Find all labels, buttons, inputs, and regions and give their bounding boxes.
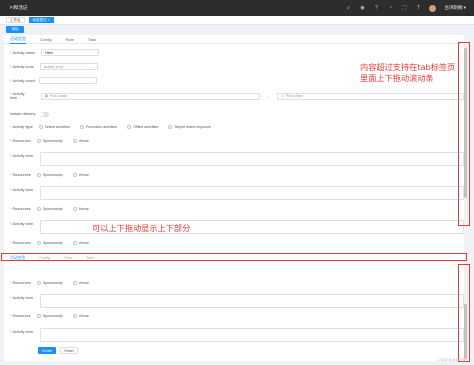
activity-form-label: *Activity form xyxy=(10,330,34,334)
tab-role[interactable]: Role xyxy=(66,35,74,44)
activity-form-textarea[interactable] xyxy=(40,186,464,200)
activity-count-label: *Activity count xyxy=(10,78,35,83)
fullscreen-icon[interactable]: ⛶ xyxy=(401,5,407,11)
time-separator: - xyxy=(267,94,269,98)
activity-name-label: *Activity name xyxy=(10,50,36,55)
github-icon[interactable]: ◉ xyxy=(359,5,365,11)
radio-venue[interactable]: Venue xyxy=(72,173,89,177)
tab-config[interactable]: Config xyxy=(40,35,52,44)
radio-venue[interactable]: Venue xyxy=(72,241,89,245)
activity-type-label: *Activity type xyxy=(10,125,33,129)
resources-label: *Resources xyxy=(10,281,31,285)
tag-dynamic-form[interactable]: 动态表记 × xyxy=(28,17,54,23)
activity-form-textarea[interactable] xyxy=(40,328,464,342)
chevron-down-icon: ⌄ xyxy=(91,78,94,83)
clock-icon: ◷ xyxy=(280,94,284,98)
tab-activity-info[interactable]: 活动信息 xyxy=(10,35,26,44)
search-icon[interactable]: ⌕ xyxy=(345,5,351,11)
bell-icon[interactable]: ◔ xyxy=(387,5,393,11)
radio-venue[interactable]: Venue xyxy=(72,139,89,143)
tab-task[interactable]: Task xyxy=(88,35,96,44)
radio-brand-exposure[interactable]: Simple brand exposure xyxy=(168,125,211,129)
radio-offline[interactable]: Offline activities xyxy=(127,125,158,129)
date-picker[interactable]: ▦ Pick a date xyxy=(40,92,260,100)
activity-form-label: *Activity form xyxy=(10,222,34,226)
activity-form-label: *Activity form xyxy=(10,296,34,300)
resources-label: *Resources xyxy=(10,241,31,245)
resources-label: *Resources xyxy=(10,207,31,211)
radio-venue[interactable]: Venue xyxy=(72,314,89,318)
activity-form-textarea[interactable] xyxy=(40,294,464,308)
instant-delivery-label: Instant delivery xyxy=(10,112,36,117)
radio-venue[interactable]: Venue xyxy=(72,281,89,285)
question-icon[interactable]: ? xyxy=(373,5,379,11)
radio-online[interactable]: Online activities xyxy=(38,125,70,129)
add-button[interactable]: 添加 xyxy=(6,26,24,33)
radio-sponsorship[interactable]: Sponsorship xyxy=(36,139,63,143)
instant-delivery-switch[interactable] xyxy=(39,112,49,117)
tag-workbench[interactable]: 工作台 xyxy=(6,17,25,23)
activity-time-label: *Activity time xyxy=(10,92,25,100)
activity-count-select[interactable]: ⌄ xyxy=(38,77,97,84)
radio-sponsorship[interactable]: Sponsorship xyxy=(36,314,63,318)
radio-sponsorship[interactable]: Sponsorship xyxy=(36,241,63,245)
activity-form-label: *Activity form xyxy=(10,154,34,158)
reset-button[interactable]: Reset xyxy=(60,347,78,354)
resources-label: *Resources xyxy=(10,314,31,318)
form-tabs: 活动信息 Config Role Task xyxy=(4,35,464,44)
avatar[interactable] xyxy=(429,4,437,12)
create-button[interactable]: Create xyxy=(38,347,56,354)
tags-view: 工作台 动态表记 × xyxy=(0,16,474,25)
font-size-icon[interactable]: T xyxy=(415,5,421,11)
radio-sponsorship[interactable]: Sponsorship xyxy=(36,207,63,211)
chevron-down-icon: ⌄ xyxy=(92,64,95,69)
activity-name-input[interactable]: Hello xyxy=(41,49,100,56)
radio-promotion[interactable]: Promotion activities xyxy=(79,125,117,129)
user-menu[interactable]: 台湾刺桐 ▾ xyxy=(444,5,466,11)
time-picker[interactable]: ◷ Pick a time xyxy=(276,92,464,100)
activity-form-textarea[interactable] xyxy=(40,152,464,166)
radio-sponsorship[interactable]: Sponsorship xyxy=(36,281,63,285)
resources-label: *Resources xyxy=(10,139,31,143)
annotation-drag-note: 可以上下拖动显示上下部分 xyxy=(92,223,191,233)
annotation-box-lower-scrollbar xyxy=(458,264,470,362)
activity-form-label: *Activity form xyxy=(10,188,34,192)
header-icons: ⌕ ◉ ? ◔ ⛶ T 台湾刺桐 ▾ xyxy=(345,4,466,12)
radio-sponsorship[interactable]: Sponsorship xyxy=(36,173,63,177)
app-header: Fi和活记 ⌕ ◉ ? ◔ ⛶ T 台湾刺桐 ▾ xyxy=(0,0,474,16)
calendar-icon: ▦ xyxy=(44,94,48,98)
resources-label: *Resources xyxy=(10,173,31,177)
activity-zone-select[interactable]: Activity zone ⌄ xyxy=(39,63,98,70)
annotation-box-divider xyxy=(1,253,467,261)
annotation-scroll-note: 内容超过支持在tab标签页 里面上下拖动滚动条 xyxy=(360,62,456,83)
watermark: CSDN @台湾刺桐 xyxy=(437,358,466,362)
app-title: Fi和活记 xyxy=(10,5,28,10)
radio-venue[interactable]: Venue xyxy=(72,207,89,211)
activity-zone-label: *Activity zone xyxy=(10,64,34,69)
